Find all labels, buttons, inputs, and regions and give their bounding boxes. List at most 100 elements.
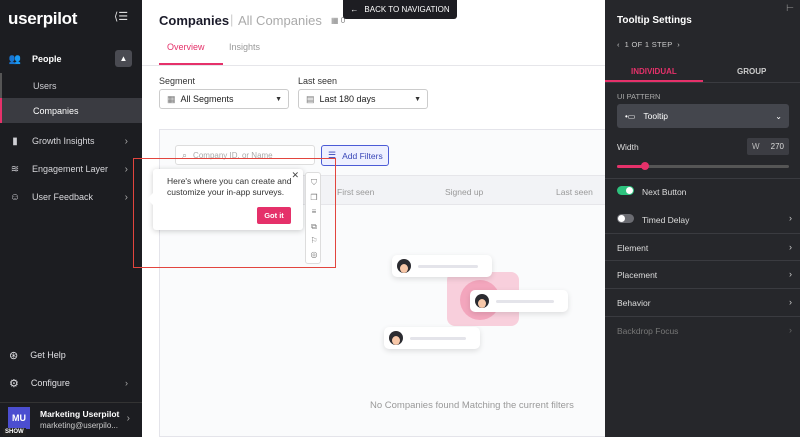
ui-pattern-label: UI PATTERN [617,92,661,101]
back-to-navigation-label: BACK TO NAVIGATION [364,5,450,14]
calendar-icon: ▤ [306,93,315,104]
column-last-seen[interactable]: Last seen [556,187,593,197]
chevron-right-icon: › [124,163,128,175]
sidebar-item-label: Configure [30,378,70,388]
step-navigator: ‹ 1 OF 1 STEP › [617,40,680,49]
prev-step-icon[interactable]: ‹ [617,40,620,49]
section-placement[interactable]: Placement › [605,260,800,287]
avatar: MU [8,407,30,429]
tooltip-arrow [147,193,153,205]
divider [605,82,800,83]
timed-delay-label: Timed Delay [642,215,690,225]
collapse-sidebar-icon[interactable]: ⟨☰ [114,10,132,26]
next-step-icon[interactable]: › [677,40,680,49]
building-icon: ▦ [331,16,339,25]
empty-state-message: No Companies found Matching the current … [370,400,574,411]
sidebar-item-users[interactable]: Users [0,73,142,98]
segment-select[interactable]: ▦ All Segments ▼ [159,89,289,109]
ui-pattern-select[interactable]: •▭ Tooltip ⌄ [617,104,789,128]
width-label: Width [617,142,639,152]
sidebar-item-label: Companies [33,105,79,116]
sidebar-item-configure[interactable]: ⚙ Configure › [0,371,142,395]
user-email: marketing@userpilo... [40,421,118,430]
ui-pattern-value: Tooltip [643,111,668,121]
sidebar-item-engagement-layer[interactable]: ≋ Engagement Layer › [0,156,142,182]
caret-down-icon: ▼ [275,95,282,103]
sidebar-item-growth-insights[interactable]: ▮ Growth Insights › [0,128,142,154]
sidebar-item-label: Get Help [30,350,66,360]
shield-icon[interactable]: ⛉ [309,178,319,188]
section-label: Element [617,243,649,253]
tooltip-settings-panel: ⊢ Tooltip Settings ‹ 1 OF 1 STEP › INDIV… [605,0,800,437]
chevron-right-icon: › [789,269,792,279]
tab-group[interactable]: GROUP [737,67,766,76]
smiley-icon: ☺ [9,191,21,203]
user-name: Marketing Userpilot [40,409,120,419]
width-slider[interactable] [617,162,789,170]
timed-delay-toggle[interactable] [617,214,634,223]
chevron-right-icon: › [126,413,130,424]
close-icon[interactable]: ✕ [291,170,299,181]
show-badge[interactable]: SHOW [3,428,26,436]
sidebar-item-label: People [32,54,62,64]
chevron-right-icon[interactable]: › [789,213,792,223]
column-signed-up[interactable]: Signed up [445,187,483,197]
page-subtitle: All Companies [238,13,322,28]
placeholder-line [418,264,478,268]
user-menu[interactable]: MU SHOW Marketing Userpilot marketing@us… [0,402,142,437]
sidebar-item-label: Users [33,80,57,91]
tooltip-pattern-icon: •▭ [625,111,636,121]
width-value: 270 [770,142,784,151]
copy-icon[interactable]: ❐ [309,193,319,202]
pin-icon[interactable]: ⊢ [786,3,794,14]
chevron-up-icon[interactable]: ▲ [115,50,132,67]
add-filters-label: Add Filters [342,150,383,161]
placeholder-line [410,336,466,340]
gear-icon: ⚙ [9,377,19,390]
tab-insights[interactable]: Insights [229,42,260,52]
placeholder-line [496,299,554,303]
person-icon [475,294,489,308]
duplicate-icon[interactable]: ⧉ [309,222,319,232]
settings-title: Tooltip Settings [617,15,692,26]
settings-tabs: INDIVIDUAL GROUP [605,62,800,82]
chevron-down-icon: ⌄ [775,111,782,121]
section-label: Backdrop Focus [617,326,679,336]
slider-handle[interactable] [640,162,649,170]
last-seen-select[interactable]: ▤ Last 180 days ▼ [298,89,428,109]
section-behavior[interactable]: Behavior › [605,288,800,315]
tooltip-preview: Here's where you can create and customiz… [147,169,303,230]
section-backdrop-focus[interactable]: Backdrop Focus › [605,316,800,343]
back-to-navigation-button[interactable]: ← BACK TO NAVIGATION [343,0,457,19]
step-label: 1 OF 1 STEP [624,40,673,49]
next-button-toggle[interactable] [617,186,634,195]
chevron-right-icon: › [789,325,792,335]
header-divider [142,65,605,66]
sidebar-item-companies[interactable]: Companies [0,98,142,123]
sidebar-item-label: User Feedback [32,192,94,202]
title-separator: | [230,12,234,27]
tooltip-toolbar: ⛉ ❐ ≡ ⧉ ⚐ ◎ [305,172,321,264]
sidebar-item-people[interactable]: 👥 People ▲ [0,46,142,72]
tooltip-text: Here's where you can create and customiz… [167,176,292,197]
sidebar-item-label: Growth Insights [32,136,95,146]
tab-individual[interactable]: INDIVIDUAL [631,67,677,76]
sidebar-item-user-feedback[interactable]: ☺ User Feedback › [0,184,142,210]
bookmark-icon[interactable]: ⚐ [309,236,319,245]
section-element[interactable]: Element › [605,233,800,260]
column-first-seen[interactable]: First seen [337,187,374,197]
chevron-right-icon: › [124,191,128,203]
target-icon[interactable]: ◎ [309,250,319,259]
segment-value: All Segments [180,94,234,104]
width-input[interactable]: W 270 [747,138,789,155]
chevron-right-icon: › [124,135,128,147]
help-icon: ⊛ [9,349,19,362]
next-button-label: Next Button [642,187,687,197]
section-label: Behavior [617,298,651,308]
got-it-button[interactable]: Got it [257,207,291,224]
caret-down-icon: ▼ [414,95,421,103]
sidebar-item-get-help[interactable]: ⊛ Get Help [0,343,142,367]
chevron-right-icon: › [789,297,792,307]
tab-overview[interactable]: Overview [167,42,205,52]
list-icon[interactable]: ≡ [309,207,319,216]
